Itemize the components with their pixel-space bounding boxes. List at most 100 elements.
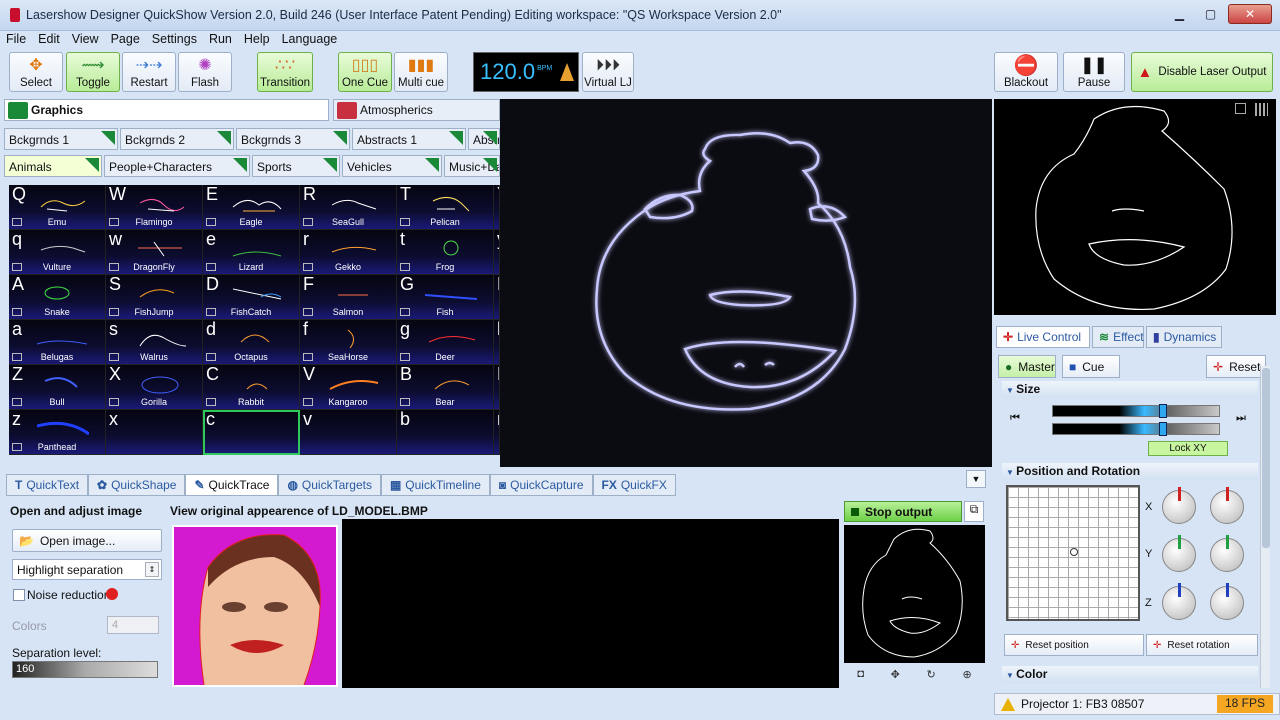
skip-start-icon[interactable]: ⏮ [1010,412,1020,425]
subtab-bckgrnds-1[interactable]: Bckgrnds 1 [4,128,118,150]
cue-cell[interactable]: x [106,410,203,455]
cue-cell[interactable]: g Deer [397,320,494,365]
cue-cell[interactable]: a Belugas [9,320,106,365]
master-button[interactable]: ● Master [998,355,1056,378]
cue-cell[interactable]: s Walrus [106,320,203,365]
restart-button[interactable]: ⇢⇢ Restart [122,52,176,92]
position-rotation-section-header[interactable]: Position and Rotation [1002,463,1258,480]
menu-run[interactable]: Run [203,31,238,49]
tab-quicktimeline[interactable]: ▦ QuickTimeline [380,474,490,496]
cue-cell[interactable]: C Rabbit [203,365,300,410]
minimize-button[interactable]: ▁ [1166,4,1193,24]
blackout-button[interactable]: ⛔ Blackout [994,52,1058,92]
cue-cell[interactable]: e Lizard [203,230,300,275]
center-icon[interactable]: ⊕ [962,668,971,686]
size-x-slider[interactable] [1052,404,1220,418]
fit-icon[interactable]: ◘ [857,668,864,686]
maximize-button[interactable]: ▢ [1197,4,1224,24]
cue-cell[interactable]: f SeaHorse [300,320,397,365]
cue-cell[interactable]: z Panthead [9,410,106,455]
cue-button[interactable]: ■ Cue [1062,355,1120,378]
menu-view[interactable]: View [66,31,105,49]
rotate-icon[interactable]: ↻ [927,668,936,686]
cue-cell[interactable]: R SeaGull [300,185,397,230]
cue-cell[interactable]: T Pelican [397,185,494,230]
cue-cell[interactable]: G Fish [397,275,494,320]
popout-window-icon[interactable]: ⧉ [964,501,984,522]
stop-output-button[interactable]: Stop output [844,501,962,522]
position-xy-pad[interactable] [1006,485,1140,621]
tab-quicktrace[interactable]: ✎ QuickTrace [185,474,279,496]
tab-quickshape[interactable]: ✿ QuickShape [88,474,186,496]
move-icon[interactable]: ✥ [891,668,900,686]
toggle-button[interactable]: ⟿ Toggle [66,52,120,92]
tab-quickfx[interactable]: FX QuickFX [592,474,676,496]
tab-quicktext[interactable]: T QuickText [6,474,89,496]
rotation-z-knob[interactable] [1210,583,1244,620]
color-section-header[interactable]: Color [1002,666,1258,683]
subtab-sports[interactable]: Sports [252,155,340,177]
right-panel-scrollbar[interactable] [1260,366,1270,688]
subtab-abstracts-1[interactable]: Abstracts 1 [352,128,466,150]
disable-laser-button[interactable]: ▲ Disable Laser Output [1131,52,1273,92]
subtab-bckgrnds-2[interactable]: Bckgrnds 2 [120,128,234,150]
flash-button[interactable]: ✺ Flash [178,52,232,92]
position-x-knob[interactable] [1162,487,1196,524]
scrollbar-thumb[interactable] [1262,368,1270,548]
separation-level-slider[interactable]: 160 [12,661,158,678]
cue-cell[interactable]: X Gorilla [106,365,203,410]
cue-cell[interactable]: B Bear [397,365,494,410]
slider-thumb[interactable] [1159,404,1167,418]
pause-button[interactable]: ❚❚ Pause [1063,52,1125,92]
cue-cell[interactable]: r Gekko [300,230,397,275]
reset-rotation-button[interactable]: ✛ Reset rotation [1146,634,1258,656]
cue-cell[interactable]: d Octapus [203,320,300,365]
position-y-knob[interactable] [1162,535,1196,572]
lock-xy-toggle[interactable]: Lock XY [1148,441,1228,456]
menu-settings[interactable]: Settings [146,31,203,49]
colors-spinner[interactable]: 4 [107,616,159,634]
subtab-vehicles[interactable]: Vehicles [342,155,442,177]
reset-button[interactable]: ✛ Reset [1206,355,1266,378]
menu-language[interactable]: Language [276,31,344,49]
bpm-display[interactable]: 120.0 BPM [473,52,579,92]
grid-view-icon[interactable] [1255,103,1268,116]
cue-cell[interactable]: W Flamingo [106,185,203,230]
subtab-people-characters[interactable]: People+Characters [104,155,250,177]
position-z-knob[interactable] [1162,583,1196,620]
cue-cell[interactable]: q Vulture [9,230,106,275]
cue-cell[interactable]: b [397,410,494,455]
menu-page[interactable]: Page [105,31,146,49]
trace-mode-select[interactable]: Highlight separation ⇕ [12,559,162,580]
cue-cell[interactable]: S FishJump [106,275,203,320]
open-image-button[interactable]: 📂 Open image... [12,529,162,552]
tab-effect[interactable]: ≋ Effect [1092,326,1144,348]
rotation-y-knob[interactable] [1210,535,1244,572]
cue-cell[interactable]: Z Bull [9,365,106,410]
cue-cell[interactable]: F Salmon [300,275,397,320]
one-cue-button[interactable]: ▯▯▯ One Cue [338,52,392,92]
tab-quicktargets[interactable]: ◍ QuickTargets [278,474,381,496]
cue-cell[interactable]: v [300,410,397,455]
position-handle[interactable] [1070,548,1078,556]
tab-live-control[interactable]: ✛ Live Control [996,326,1090,348]
skip-end-icon[interactable]: ⏭ [1236,412,1246,425]
transition-button[interactable]: ∴∵ Transition [257,52,313,92]
menu-edit[interactable]: Edit [32,31,66,49]
reset-position-button[interactable]: ✛ Reset position [1004,634,1144,656]
cue-cell-selected[interactable]: c [203,410,300,455]
cue-cell[interactable]: D FishCatch [203,275,300,320]
category-tab-graphics[interactable]: Graphics [4,99,329,121]
menu-help[interactable]: Help [238,31,276,49]
select-button[interactable]: ✥ Select [9,52,63,92]
close-button[interactable]: ✕ [1228,4,1272,24]
cue-cell[interactable]: V Kangaroo [300,365,397,410]
tab-dynamics[interactable]: ▮ Dynamics [1146,326,1222,348]
size-y-slider[interactable] [1052,422,1220,436]
subtab-music-dance[interactable]: Music+Dan [444,155,500,177]
rotation-x-knob[interactable] [1210,487,1244,524]
cue-cell[interactable]: Q Emu [9,185,106,230]
slider-thumb[interactable] [1159,422,1167,436]
cue-cell[interactable]: w DragonFly [106,230,203,275]
virtual-lj-button[interactable]: ⏵⏵⏵ Virtual LJ [582,52,634,92]
